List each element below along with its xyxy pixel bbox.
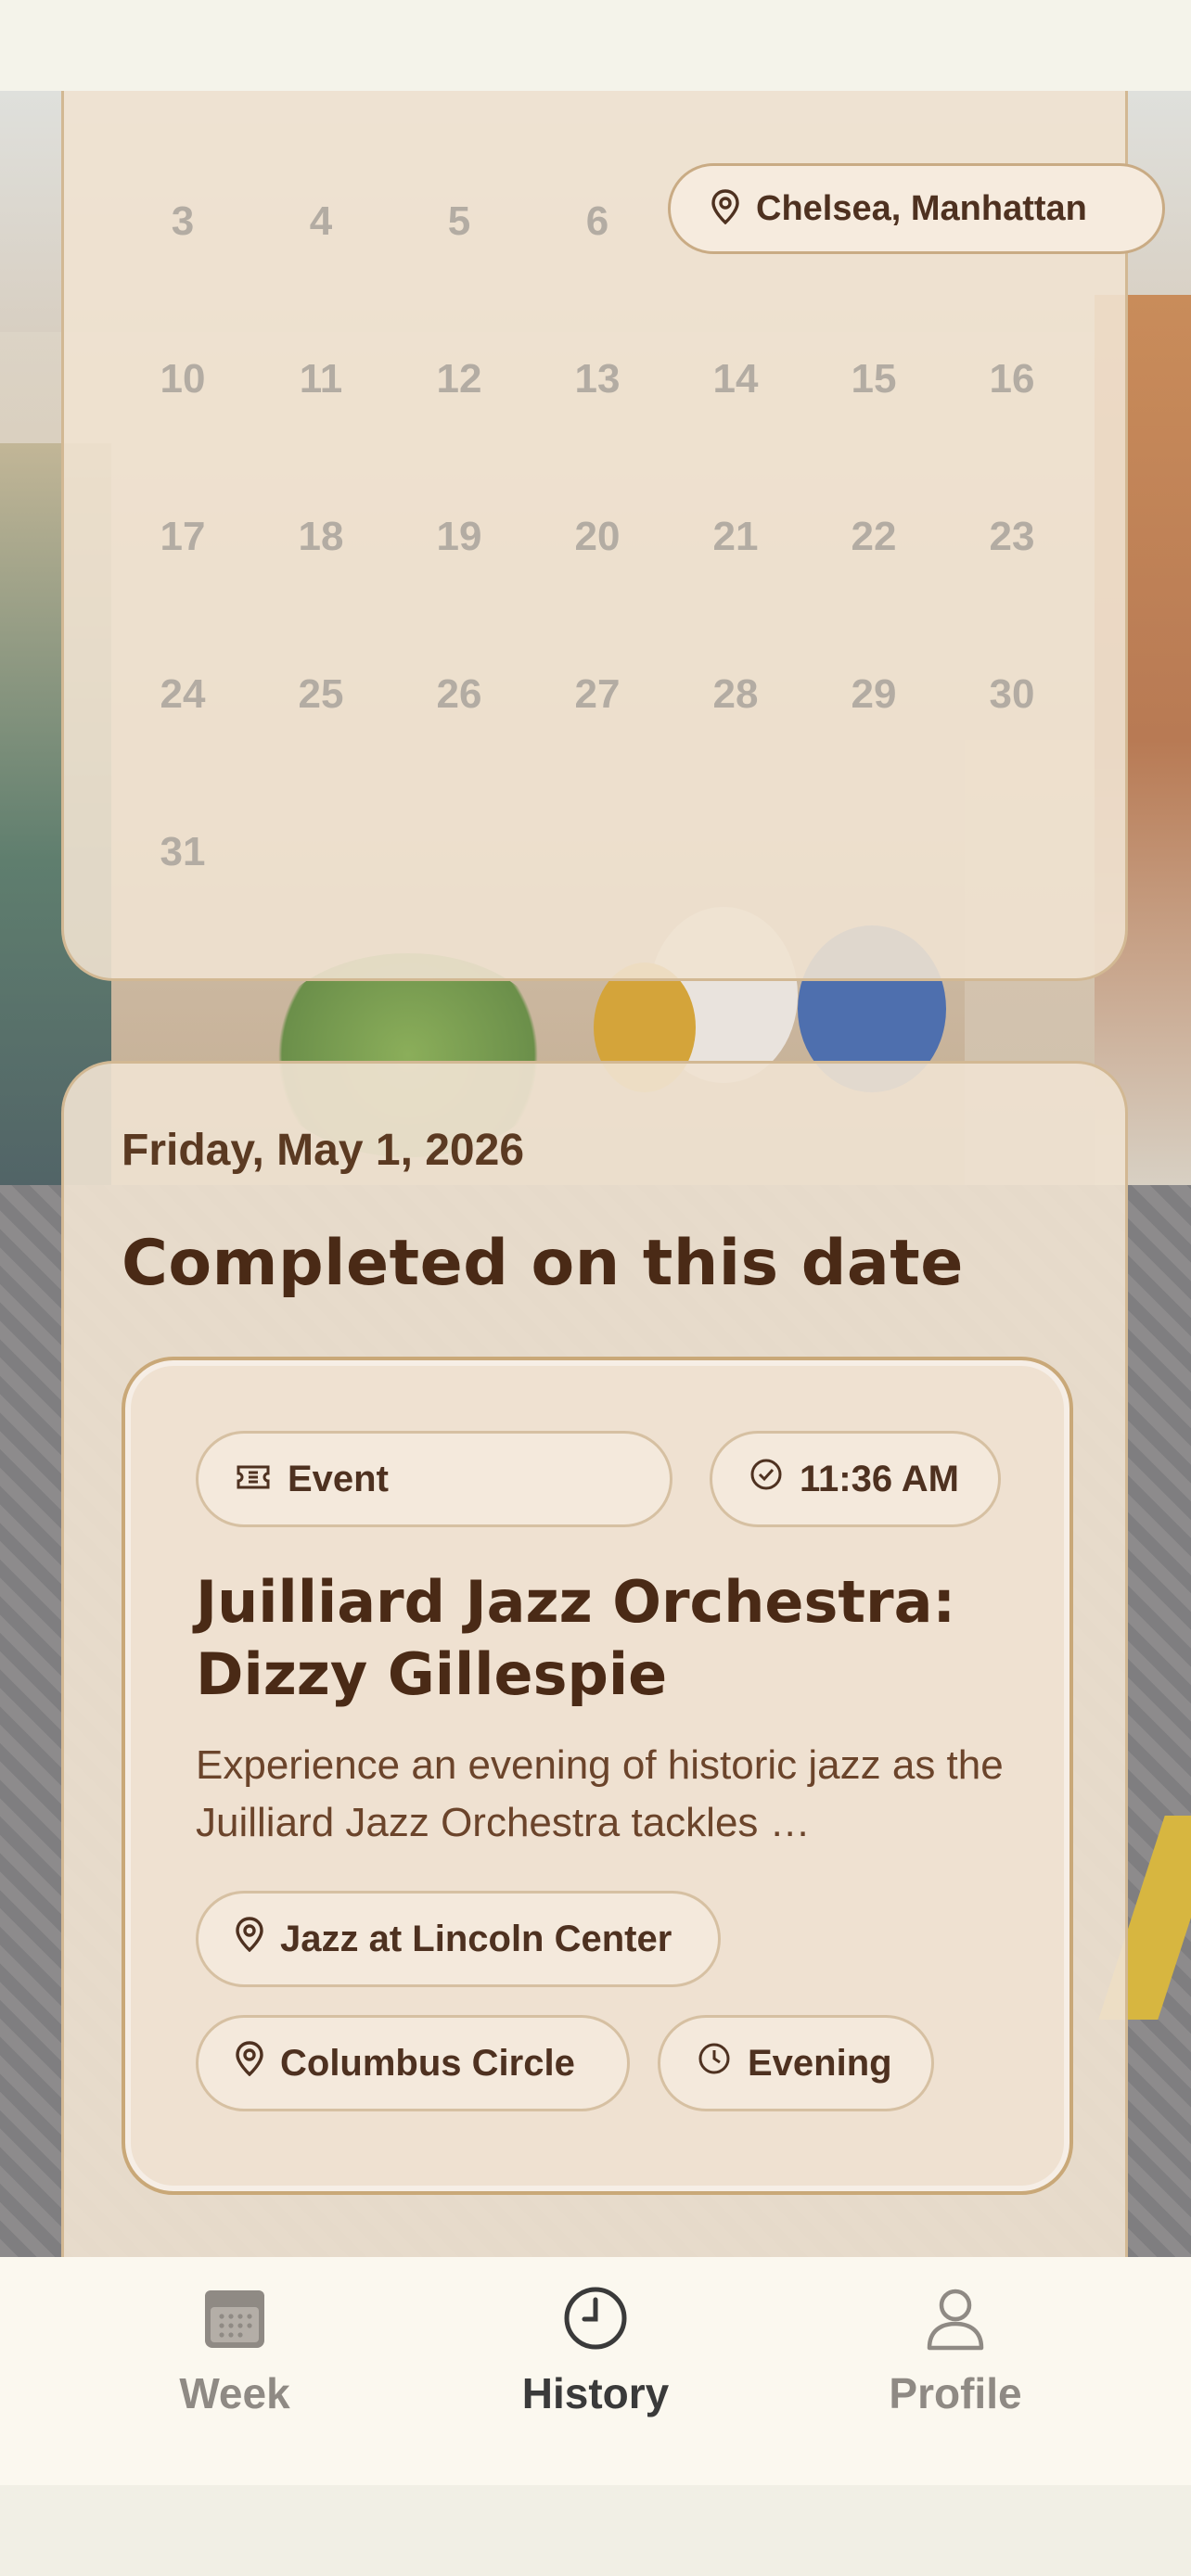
completed-time: 11:36 AM xyxy=(800,1458,959,1499)
location-label: Chelsea, Manhattan xyxy=(756,188,1087,228)
venue-chip[interactable]: Jazz at Lincoln Center xyxy=(196,1891,721,1987)
time-of-day-chip[interactable]: Evening xyxy=(658,2015,934,2111)
home-indicator-area xyxy=(0,2485,1191,2576)
calendar-day[interactable]: 22 xyxy=(818,514,929,560)
calendar-day[interactable]: 26 xyxy=(403,671,515,718)
history-card[interactable]: Event 11:36 AM Juilliard Jazz Orchestra:… xyxy=(122,1357,1073,2195)
person-icon xyxy=(922,2285,989,2352)
event-description: Experience an evening of historic jazz a… xyxy=(196,1742,1004,1845)
neighborhood-chip[interactable]: Columbus Circle xyxy=(196,2015,630,2111)
tab-profile-label: Profile xyxy=(889,2369,1022,2417)
time-of-day-label: Evening xyxy=(748,2042,892,2084)
calendar-day[interactable]: 19 xyxy=(403,514,515,560)
section-title: Completed on this date xyxy=(122,1227,964,1300)
calendar-day[interactable]: 15 xyxy=(818,356,929,402)
neighborhood-label: Columbus Circle xyxy=(280,2042,575,2084)
calendar-day[interactable]: 20 xyxy=(542,514,653,560)
type-badge: Event xyxy=(196,1431,672,1527)
tab-history-label: History xyxy=(521,2369,670,2417)
ticket-icon xyxy=(236,1459,271,1500)
calendar-day[interactable]: 14 xyxy=(680,356,791,402)
calendar-day[interactable]: 30 xyxy=(956,671,1068,718)
clock-icon xyxy=(562,2285,629,2352)
calendar-day[interactable]: 4 xyxy=(265,198,377,245)
completed-time-badge: 11:36 AM xyxy=(710,1431,1001,1527)
calendar-icon xyxy=(201,2285,268,2352)
calendar-day[interactable]: 10 xyxy=(127,356,238,402)
location-pin-icon xyxy=(236,2041,263,2085)
calendar-day[interactable]: 21 xyxy=(680,514,791,560)
tab-bar: Week History Profile xyxy=(0,2257,1191,2485)
calendar-day[interactable]: 27 xyxy=(542,671,653,718)
calendar-day[interactable]: 3 xyxy=(127,198,238,245)
calendar-day[interactable]: 25 xyxy=(265,671,377,718)
calendar-day[interactable]: 13 xyxy=(542,356,653,402)
calendar-day[interactable]: 16 xyxy=(956,356,1068,402)
tab-profile[interactable]: Profile xyxy=(816,2257,1095,2485)
type-label: Event xyxy=(288,1458,389,1499)
tab-week-label: Week xyxy=(179,2369,290,2417)
location-pin-icon xyxy=(236,1917,263,1961)
calendar-day[interactable]: 23 xyxy=(956,514,1068,560)
calendar-day[interactable]: 5 xyxy=(403,198,515,245)
calendar-day[interactable]: 6 xyxy=(542,198,653,245)
calendar-day[interactable]: 28 xyxy=(680,671,791,718)
status-bar xyxy=(0,0,1191,91)
event-title: Juilliard Jazz Orchestra: Dizzy Gillespi… xyxy=(196,1568,956,1708)
clock-icon xyxy=(698,2042,731,2085)
check-circle-icon xyxy=(749,1458,783,1500)
history-panel: Friday, May 1, 2026 Completed on this da… xyxy=(61,1061,1128,2266)
tab-week[interactable]: Week xyxy=(96,2257,374,2485)
calendar-day[interactable]: 17 xyxy=(127,514,238,560)
tab-history[interactable]: History xyxy=(456,2257,735,2485)
venue-label: Jazz at Lincoln Center xyxy=(280,1918,672,1959)
calendar-day[interactable]: 24 xyxy=(127,671,238,718)
calendar-day[interactable]: 18 xyxy=(265,514,377,560)
calendar-day[interactable]: 29 xyxy=(818,671,929,718)
calendar-day[interactable]: 11 xyxy=(265,356,377,402)
calendar-day[interactable]: 12 xyxy=(403,356,515,402)
location-pill[interactable]: Chelsea, Manhattan xyxy=(668,163,1165,254)
calendar-day[interactable]: 31 xyxy=(127,829,238,875)
location-pin-icon xyxy=(711,189,739,228)
selected-date: Friday, May 1, 2026 xyxy=(122,1126,525,1175)
